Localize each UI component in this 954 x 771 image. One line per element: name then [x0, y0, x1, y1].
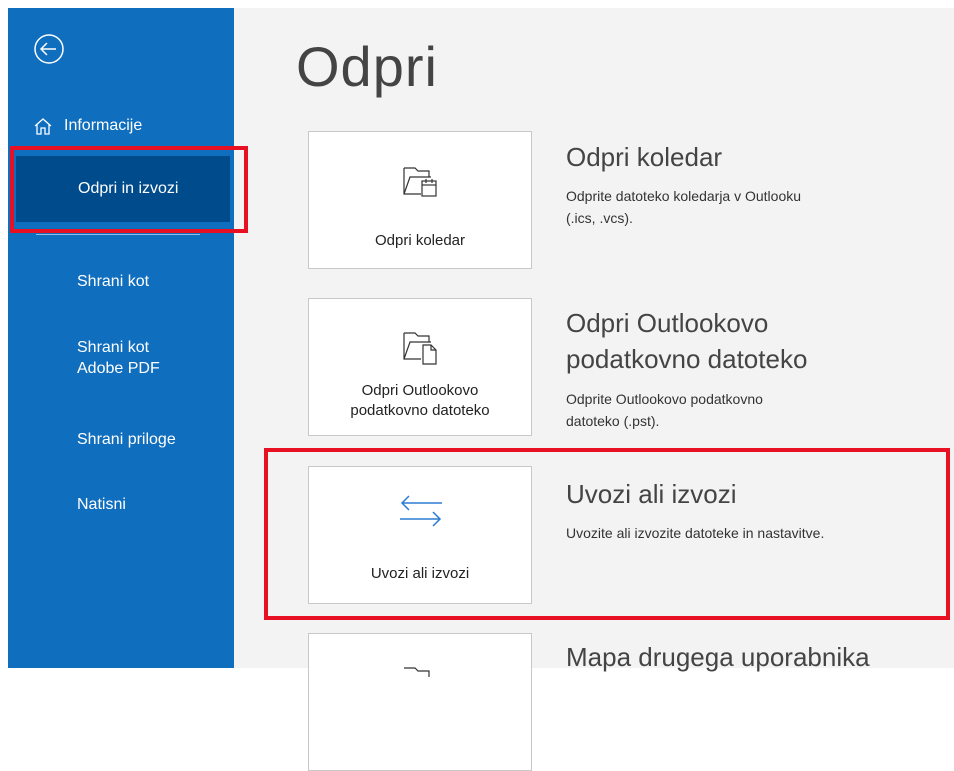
open-calendar-desc-line1: Odprite datoteko koledarja v Outlooku: [566, 188, 802, 204]
open-data-file-title-line2: podatkovno datoteko: [566, 344, 808, 374]
backstage-sidebar: Informacije Odpri in izvozi Shrani kot S…: [8, 8, 234, 668]
sidebar-item-label-line1: Shrani kot: [77, 339, 150, 356]
import-export-title: Uvozi ali izvozi: [566, 479, 737, 509]
import-export-arrows-icon: [400, 495, 442, 527]
open-calendar-title: Odpri koledar: [566, 142, 723, 172]
tile-label-line1: Odpri Outlookovo: [361, 382, 479, 399]
open-data-file-tile[interactable]: Odpri Outlookovo podatkovno datoteko: [308, 298, 532, 436]
folder-icon: [404, 667, 430, 677]
open-calendar-tile-label: Odpri koledar: [374, 232, 466, 249]
other-user-folder-title: Mapa drugega uporabnika: [566, 642, 870, 672]
sidebar-item-save-attachments[interactable]: Shrani priloge: [77, 431, 176, 449]
open-calendar-tile[interactable]: Odpri koledar: [308, 131, 532, 269]
open-data-file-desc-line2: datoteko (.pst).: [566, 413, 660, 429]
home-icon: [34, 118, 52, 135]
sidebar-item-open-export[interactable]: Odpri in izvozi: [16, 156, 230, 222]
open-data-file-title-line1: Odpri Outlookovo: [566, 308, 769, 338]
open-data-file-folder-icon: [403, 332, 437, 365]
backstage-main: Odpri Odpri koledar Odpri koledar Odprit…: [234, 8, 954, 771]
sidebar-item-save-as[interactable]: Shrani kot: [77, 273, 149, 291]
open-data-file-tile-label: Odpri Outlookovo podatkovno datoteko: [309, 381, 531, 421]
open-calendar-folder-icon: [403, 167, 437, 197]
import-export-desc: Uvozite ali izvozite datoteke in nastavi…: [566, 525, 825, 541]
sidebar-item-print[interactable]: Natisni: [77, 496, 126, 514]
sidebar-item-label: Odpri in izvozi: [78, 180, 179, 197]
open-data-file-desc-line1: Odprite Outlookovo podatkovno: [566, 391, 763, 407]
sidebar-item-label-line2: Adobe PDF: [77, 360, 160, 377]
import-export-tile-label: Uvozi ali izvozi: [370, 565, 470, 582]
sidebar-divider: [36, 234, 200, 235]
open-calendar-desc-line2: (.ics, .vcs).: [566, 210, 633, 226]
other-user-folder-tile[interactable]: [308, 633, 532, 771]
sidebar-item-info[interactable]: Informacije: [32, 111, 142, 141]
page-title: Odpri: [296, 35, 438, 98]
import-export-tile[interactable]: Uvozi ali izvozi: [308, 466, 532, 604]
sidebar-item-save-as-pdf[interactable]: Shrani kot Adobe PDF: [77, 337, 160, 379]
sidebar-item-label: Informacije: [64, 117, 143, 134]
tile-label-line2: podatkovno datoteko: [350, 402, 490, 419]
back-arrow-circle-icon[interactable]: [32, 32, 66, 66]
